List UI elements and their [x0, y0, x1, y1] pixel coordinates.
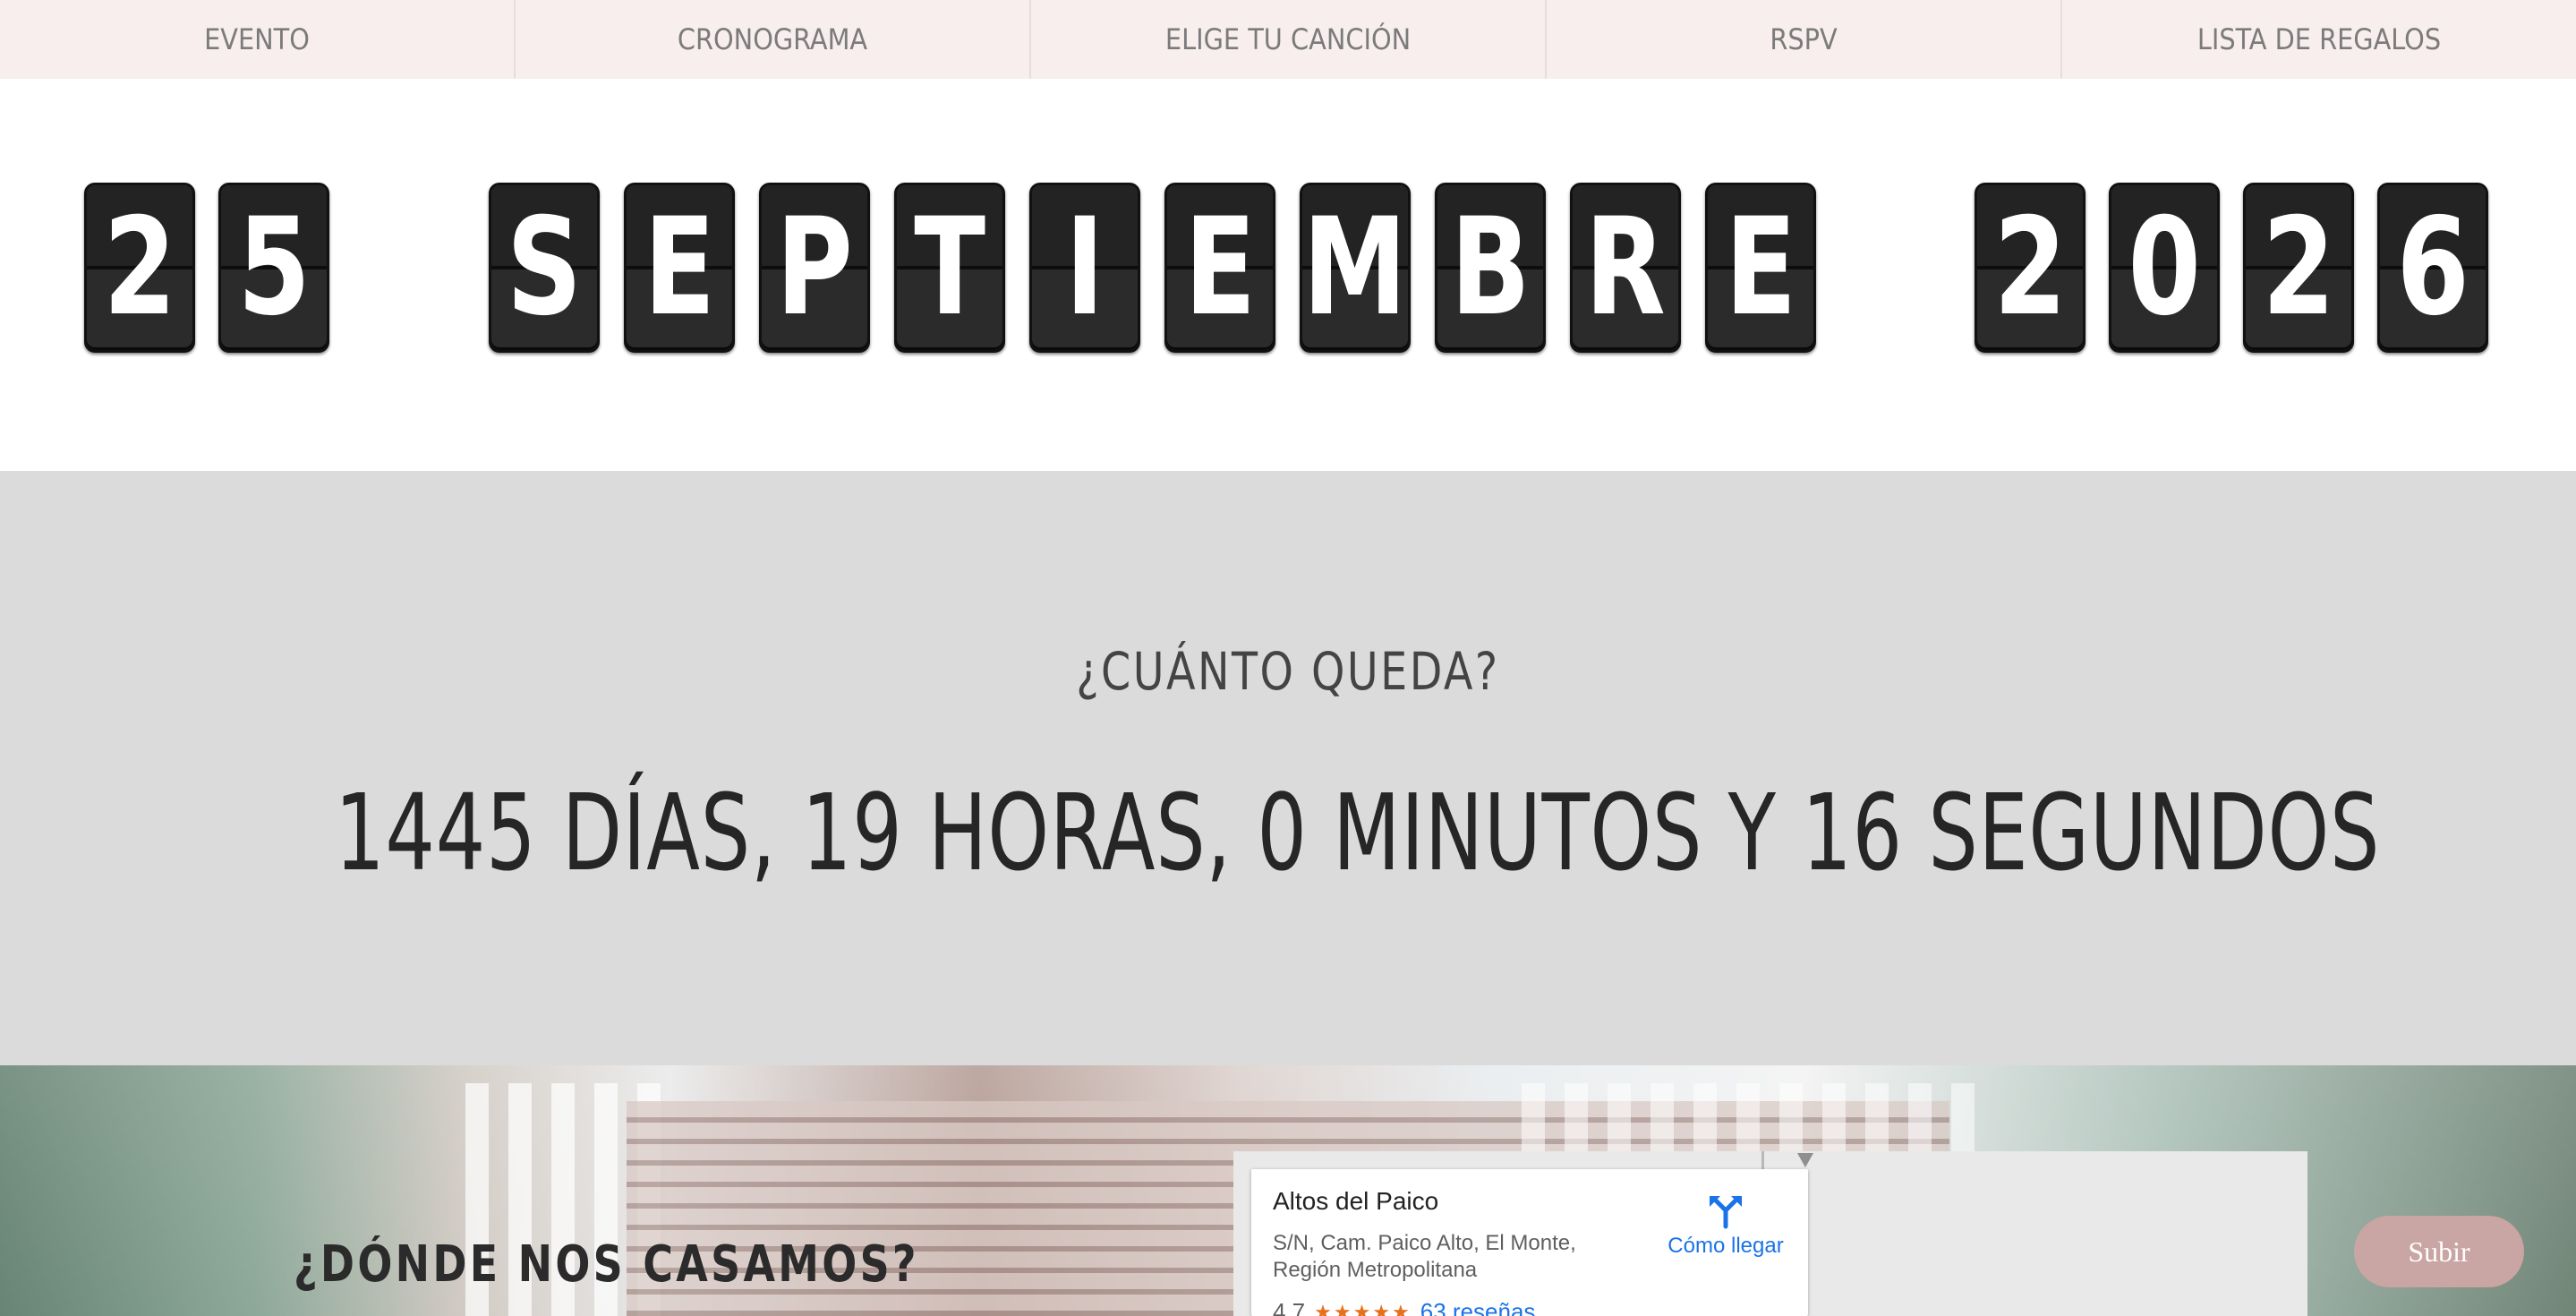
map-embed[interactable]: Altos del Paico S/N, Cam. Paico Alto, El… [1233, 1151, 2307, 1316]
place-name[interactable]: Altos del Paico [1273, 1187, 1438, 1216]
map-place-card: Altos del Paico S/N, Cam. Paico Alto, El… [1251, 1169, 1808, 1316]
flip-card: 5 [218, 183, 329, 353]
nav-item-elige-tu-cancion[interactable]: ELIGE TU CANCIÓN [1031, 0, 1547, 79]
flip-day: 2 5 [84, 183, 329, 353]
where-section: ¿DÓNDE NOS CASAMOS? Altos del Paico S/N,… [0, 1065, 2576, 1316]
flip-card: 2 [2243, 183, 2354, 353]
scroll-to-top-button[interactable]: Subir [2354, 1216, 2524, 1287]
flip-card: S [489, 183, 600, 353]
rating-value: 4,7 [1273, 1298, 1306, 1316]
flip-card: M [1300, 183, 1411, 353]
flip-card: E [1705, 183, 1816, 353]
where-title: ¿DÓNDE NOS CASAMOS? [294, 1235, 919, 1294]
flip-card: B [1435, 183, 1546, 353]
flip-card: I [1029, 183, 1140, 353]
nav-item-cronograma[interactable]: CRONOGRAMA [516, 0, 1031, 79]
flip-date: 2 5 S E P T I E M B R E 2 0 2 6 [0, 79, 2576, 471]
countdown-value: 1445 DÍAS, 19 HORAS, 0 MINUTOS Y 16 SEGU… [335, 771, 2381, 894]
countdown-title: ¿CUÁNTO QUEDA? [1076, 641, 1500, 702]
flip-card: R [1570, 183, 1681, 353]
flip-card: E [1164, 183, 1275, 353]
flip-card: T [894, 183, 1005, 353]
nav-item-evento[interactable]: EVENTO [0, 0, 516, 79]
reviews-link[interactable]: 63 reseñas [1420, 1298, 1536, 1316]
nav-item-rspv[interactable]: RSPV [1547, 0, 2062, 79]
flip-card: 2 [1975, 183, 2086, 353]
countdown-section: ¿CUÁNTO QUEDA? 1445 DÍAS, 19 HORAS, 0 MI… [0, 471, 2576, 1065]
flip-year: 2 0 2 6 [1975, 183, 2488, 353]
flip-card: 2 [84, 183, 195, 353]
flip-month: S E P T I E M B R E [489, 183, 1816, 353]
flip-card: E [624, 183, 735, 353]
place-rating: 4,7 ★★★★★ 63 reseñas [1273, 1298, 1535, 1316]
nav-item-lista-de-regalos[interactable]: LISTA DE REGALOS [2062, 0, 2576, 79]
flip-card: 6 [2377, 183, 2488, 353]
flip-card: P [759, 183, 870, 353]
rating-stars-icon: ★★★★★ [1314, 1300, 1412, 1316]
place-address: S/N, Cam. Paico Alto, El Monte, Región M… [1273, 1231, 1576, 1282]
directions-button[interactable]: Cómo llegar [1659, 1191, 1793, 1259]
map-pin-icon [1797, 1153, 1813, 1167]
directions-icon [1710, 1196, 1742, 1229]
top-nav: EVENTO CRONOGRAMA ELIGE TU CANCIÓN RSPV … [0, 0, 2576, 79]
flip-card: 0 [2109, 183, 2220, 353]
directions-label: Cómo llegar [1668, 1234, 1784, 1258]
